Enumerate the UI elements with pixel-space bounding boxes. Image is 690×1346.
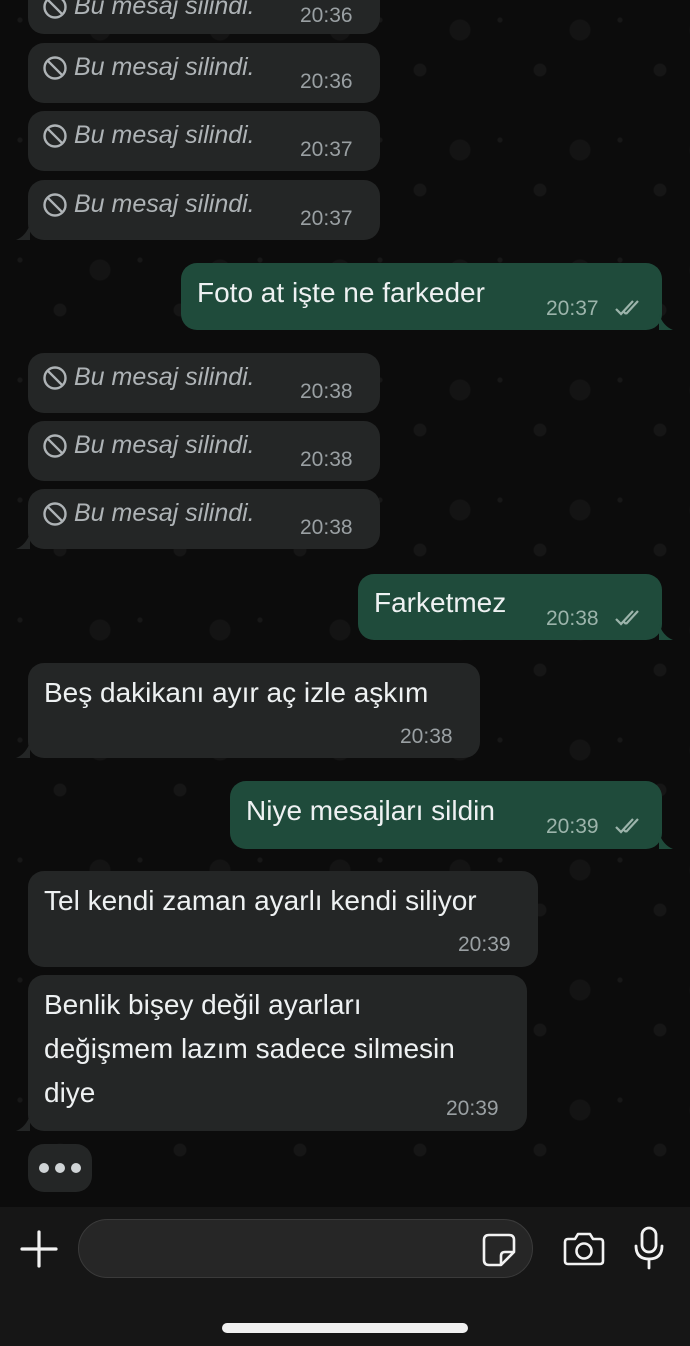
- bubble-tail: [659, 624, 673, 640]
- typing-dot: [55, 1163, 65, 1173]
- message-time: 20:39: [446, 1097, 499, 1120]
- blocked-circle-icon: [43, 501, 67, 526]
- typing-dot: [71, 1163, 81, 1173]
- typing-dot: [39, 1163, 49, 1173]
- message-input[interactable]: [99, 1230, 479, 1268]
- deleted-message-text: Bu mesaj silindi.: [74, 363, 255, 391]
- home-indicator[interactable]: [222, 1323, 468, 1333]
- blocked-circle-icon: [43, 192, 67, 217]
- message-time: 20:37: [300, 207, 353, 230]
- blocked-circle-icon: [43, 123, 67, 148]
- double-check-icon: [615, 818, 639, 834]
- deleted-message[interactable]: Bu mesaj silindi. 20:38: [28, 353, 380, 413]
- deleted-message[interactable]: Bu mesaj silindi. 20:38: [28, 489, 380, 549]
- deleted-message[interactable]: Bu mesaj silindi. 20:37: [28, 180, 380, 240]
- blocked-circle-icon: [43, 55, 67, 80]
- deleted-message-text: Bu mesaj silindi.: [74, 499, 255, 527]
- outgoing-message[interactable]: Farketmez 20:38: [358, 574, 662, 640]
- sticker-icon[interactable]: [481, 1232, 517, 1268]
- message-time: 20:36: [300, 4, 353, 27]
- incoming-message[interactable]: Tel kendi zaman ayarlı kendi siliyor 20:…: [28, 871, 538, 967]
- message-time: 20:38: [400, 725, 453, 748]
- message-line: diye: [44, 1077, 96, 1108]
- deleted-message[interactable]: Bu mesaj silindi. 20:38: [28, 421, 380, 481]
- message-text: Beş dakikanı ayır aç izle aşkım: [44, 677, 429, 708]
- message-line: Benlik bişey değil ayarları: [44, 989, 362, 1020]
- message-line: değişmem lazım sadece silmesin: [44, 1033, 455, 1064]
- deleted-message-text: Bu mesaj silindi.: [74, 0, 255, 20]
- outgoing-message[interactable]: Niye mesajları sildin 20:39: [230, 781, 662, 849]
- incoming-message[interactable]: Benlik bişey değil ayarları değişmem laz…: [28, 975, 527, 1131]
- outgoing-message[interactable]: Foto at işte ne farkeder 20:37: [181, 263, 662, 330]
- blocked-circle-icon: [43, 0, 67, 19]
- double-check-icon: [615, 300, 639, 316]
- blocked-circle-icon: [43, 365, 67, 390]
- double-check-icon: [615, 610, 639, 626]
- plus-icon[interactable]: [18, 1228, 60, 1270]
- message-text: Foto at işte ne farkeder: [197, 277, 485, 308]
- deleted-message-text: Bu mesaj silindi.: [74, 190, 255, 218]
- message-time: 20:39: [458, 933, 511, 956]
- message-time: 20:37: [546, 297, 599, 320]
- deleted-message[interactable]: Bu mesaj silindi. 20:36: [28, 0, 380, 34]
- message-text: Tel kendi zaman ayarlı kendi siliyor: [44, 885, 477, 916]
- message-time: 20:38: [300, 380, 353, 403]
- camera-icon[interactable]: [563, 1230, 605, 1266]
- message-time: 20:38: [546, 607, 599, 630]
- message-time: 20:38: [300, 516, 353, 539]
- typing-indicator: [28, 1144, 92, 1192]
- bubble-tail: [16, 1115, 30, 1131]
- deleted-message-text: Bu mesaj silindi.: [74, 53, 255, 81]
- message-time: 20:36: [300, 70, 353, 93]
- message-time: 20:38: [300, 448, 353, 471]
- message-time: 20:39: [546, 815, 599, 838]
- message-input-box[interactable]: [78, 1219, 533, 1278]
- message-text: Farketmez: [374, 587, 507, 618]
- bubble-tail: [16, 533, 30, 549]
- bubble-tail: [16, 224, 30, 240]
- blocked-circle-icon: [43, 433, 67, 458]
- deleted-message-text: Bu mesaj silindi.: [74, 121, 255, 149]
- message-text: Niye mesajları sildin: [246, 795, 495, 826]
- deleted-message[interactable]: Bu mesaj silindi. 20:37: [28, 111, 380, 171]
- deleted-message[interactable]: Bu mesaj silindi. 20:36: [28, 43, 380, 103]
- incoming-message[interactable]: Beş dakikanı ayır aç izle aşkım 20:38: [28, 663, 480, 758]
- message-time: 20:37: [300, 138, 353, 161]
- bubble-tail: [659, 314, 673, 330]
- bubble-tail: [16, 742, 30, 758]
- bubble-tail: [659, 833, 673, 849]
- microphone-icon[interactable]: [632, 1226, 666, 1270]
- deleted-message-text: Bu mesaj silindi.: [74, 431, 255, 459]
- chat-area[interactable]: Bu mesaj silindi. 20:36 Bu mesaj silindi…: [0, 0, 690, 1207]
